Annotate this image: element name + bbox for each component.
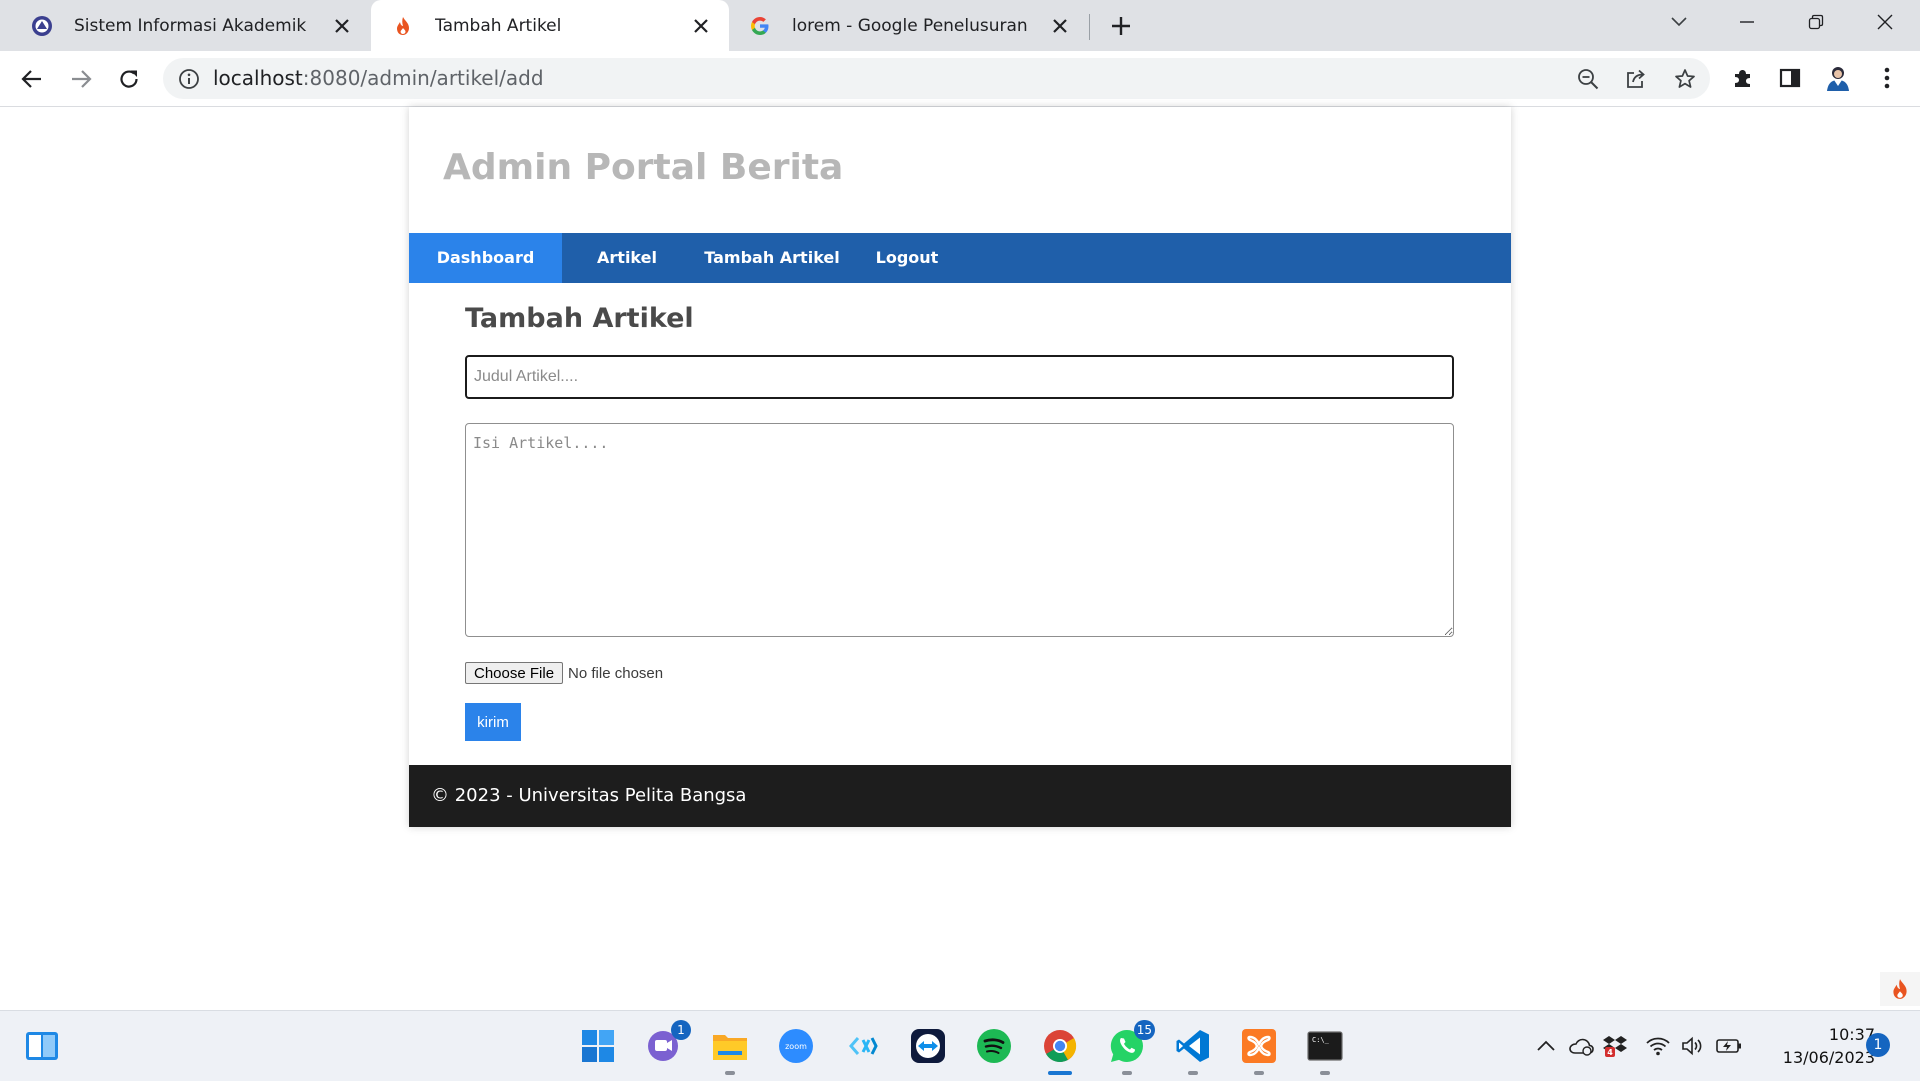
close-icon[interactable]	[1048, 14, 1072, 38]
dropbox-sync-icon[interactable]: 4	[1602, 1033, 1628, 1059]
teams-icon[interactable]: 1	[643, 1020, 691, 1066]
isi-artikel-textarea[interactable]	[465, 423, 1454, 637]
file-input: Choose File No file chosen	[465, 662, 663, 684]
wifi-icon[interactable]	[1645, 1033, 1671, 1059]
new-tab-plus-icon[interactable]	[1106, 13, 1136, 39]
google-icon	[748, 14, 772, 38]
whatsapp-icon[interactable]: 15	[1107, 1020, 1155, 1075]
extensions-puzzle-icon[interactable]	[1728, 63, 1758, 93]
onedrive-cloud-icon[interactable]	[1568, 1033, 1594, 1059]
site-header: Admin Portal Berita	[409, 107, 1511, 233]
tab-sistem-informasi-akademik[interactable]: Sistem Informasi Akademik	[0, 0, 370, 51]
minimize-icon[interactable]	[1727, 8, 1767, 36]
widgets-icon[interactable]	[22, 1026, 62, 1066]
tab-lorem-google[interactable]: lorem - Google Penelusuran	[730, 0, 1088, 51]
url-text: localhost:8080/admin/artikel/add	[213, 58, 544, 99]
nav-tambah-artikel[interactable]: Tambah Artikel	[692, 233, 852, 283]
zoom-label: zoom	[785, 1042, 807, 1051]
file-status: No file chosen	[568, 664, 664, 682]
windows-start-icon[interactable]	[578, 1026, 618, 1066]
site-nav: Dashboard Artikel Tambah Artikel Logout	[409, 233, 1511, 283]
nav-logout[interactable]: Logout	[852, 233, 962, 283]
site-footer: © 2023 - Universitas Pelita Bangsa	[409, 765, 1511, 827]
teams-badge: 1	[671, 1020, 691, 1040]
zoom-icon[interactable]: zoom	[776, 1026, 816, 1066]
close-icon[interactable]	[330, 14, 354, 38]
reload-icon[interactable]	[114, 64, 144, 94]
close-icon[interactable]	[689, 14, 713, 38]
flame-icon	[391, 14, 415, 38]
url-path: :8080/admin/artikel/add	[302, 66, 544, 90]
chevron-up-icon[interactable]	[1533, 1033, 1559, 1059]
file-explorer-icon[interactable]	[710, 1026, 750, 1075]
browser-toolbar: localhost:8080/admin/artikel/add	[0, 51, 1920, 107]
chrome-icon[interactable]	[1040, 1026, 1080, 1075]
running-indicator	[1320, 1071, 1330, 1075]
tab-tambah-artikel[interactable]: Tambah Artikel	[371, 0, 729, 51]
clock-date: 13/06/2023	[1782, 1048, 1875, 1067]
clock-time: 10:37	[1828, 1025, 1875, 1044]
xampp-icon[interactable]	[1239, 1026, 1279, 1075]
notification-count-badge[interactable]: 1	[1866, 1033, 1890, 1057]
site-info-icon[interactable]	[178, 68, 200, 90]
battery-charging-icon[interactable]	[1716, 1033, 1742, 1059]
judul-artikel-input[interactable]	[465, 355, 1454, 399]
back-arrow-icon[interactable]	[17, 64, 47, 94]
running-indicator	[1122, 1071, 1132, 1075]
site-title: Admin Portal Berita	[443, 147, 844, 188]
address-bar[interactable]: localhost:8080/admin/artikel/add	[163, 58, 1710, 99]
chrome-menu-icon[interactable]	[1872, 63, 1902, 93]
tab-title: lorem - Google Penelusuran	[792, 15, 1028, 36]
browser-tab-strip: Sistem Informasi Akademik Tambah Artikel…	[0, 0, 1920, 51]
zoom-out-icon[interactable]	[1576, 67, 1600, 91]
running-indicator	[725, 1071, 735, 1075]
terminal-label: C:\_	[1312, 1036, 1330, 1044]
flame-icon[interactable]	[1880, 972, 1920, 1006]
tab-separator	[1089, 14, 1090, 40]
volume-icon[interactable]	[1680, 1033, 1706, 1059]
side-panel-icon[interactable]	[1775, 63, 1805, 93]
restore-icon[interactable]	[1796, 8, 1836, 36]
footer-text: © 2023 - Universitas Pelita Bangsa	[431, 785, 747, 806]
university-logo-icon	[30, 14, 54, 38]
url-host: localhost	[213, 66, 303, 90]
whatsapp-badge: 15	[1133, 1020, 1155, 1040]
nav-dashboard[interactable]: Dashboard	[409, 233, 562, 283]
code-blocks-icon[interactable]	[843, 1026, 883, 1066]
running-indicator	[1188, 1071, 1198, 1075]
spotify-icon[interactable]	[974, 1026, 1014, 1066]
choose-file-button[interactable]: Choose File	[465, 662, 564, 684]
running-indicator	[1254, 1071, 1264, 1075]
running-indicator	[1048, 1071, 1072, 1075]
tab-search-chevron-down-icon[interactable]	[1659, 8, 1699, 36]
taskbar-clock[interactable]: 10:37 13/06/2023	[1755, 1023, 1875, 1069]
share-icon[interactable]	[1624, 67, 1648, 91]
kirim-button[interactable]: kirim	[465, 703, 521, 741]
terminal-icon[interactable]: C:\_	[1305, 1026, 1345, 1075]
teamviewer-icon[interactable]	[908, 1026, 948, 1066]
page-container: Admin Portal Berita Dashboard Artikel Ta…	[409, 107, 1511, 827]
page-title: Tambah Artikel	[465, 303, 694, 334]
vscode-icon[interactable]	[1173, 1026, 1213, 1075]
windows-taskbar: 1 zoom 15 C:\_ 4 10:37 13/06/2023 1	[0, 1010, 1920, 1081]
bookmark-star-icon[interactable]	[1673, 67, 1697, 91]
tab-title: Tambah Artikel	[435, 15, 562, 36]
forward-arrow-icon[interactable]	[66, 64, 96, 94]
window-close-icon[interactable]	[1865, 8, 1905, 36]
nav-artikel[interactable]: Artikel	[562, 233, 692, 283]
svg-text:4: 4	[1607, 1048, 1613, 1057]
tab-title: Sistem Informasi Akademik	[74, 15, 307, 36]
profile-avatar-icon[interactable]	[1823, 63, 1853, 93]
